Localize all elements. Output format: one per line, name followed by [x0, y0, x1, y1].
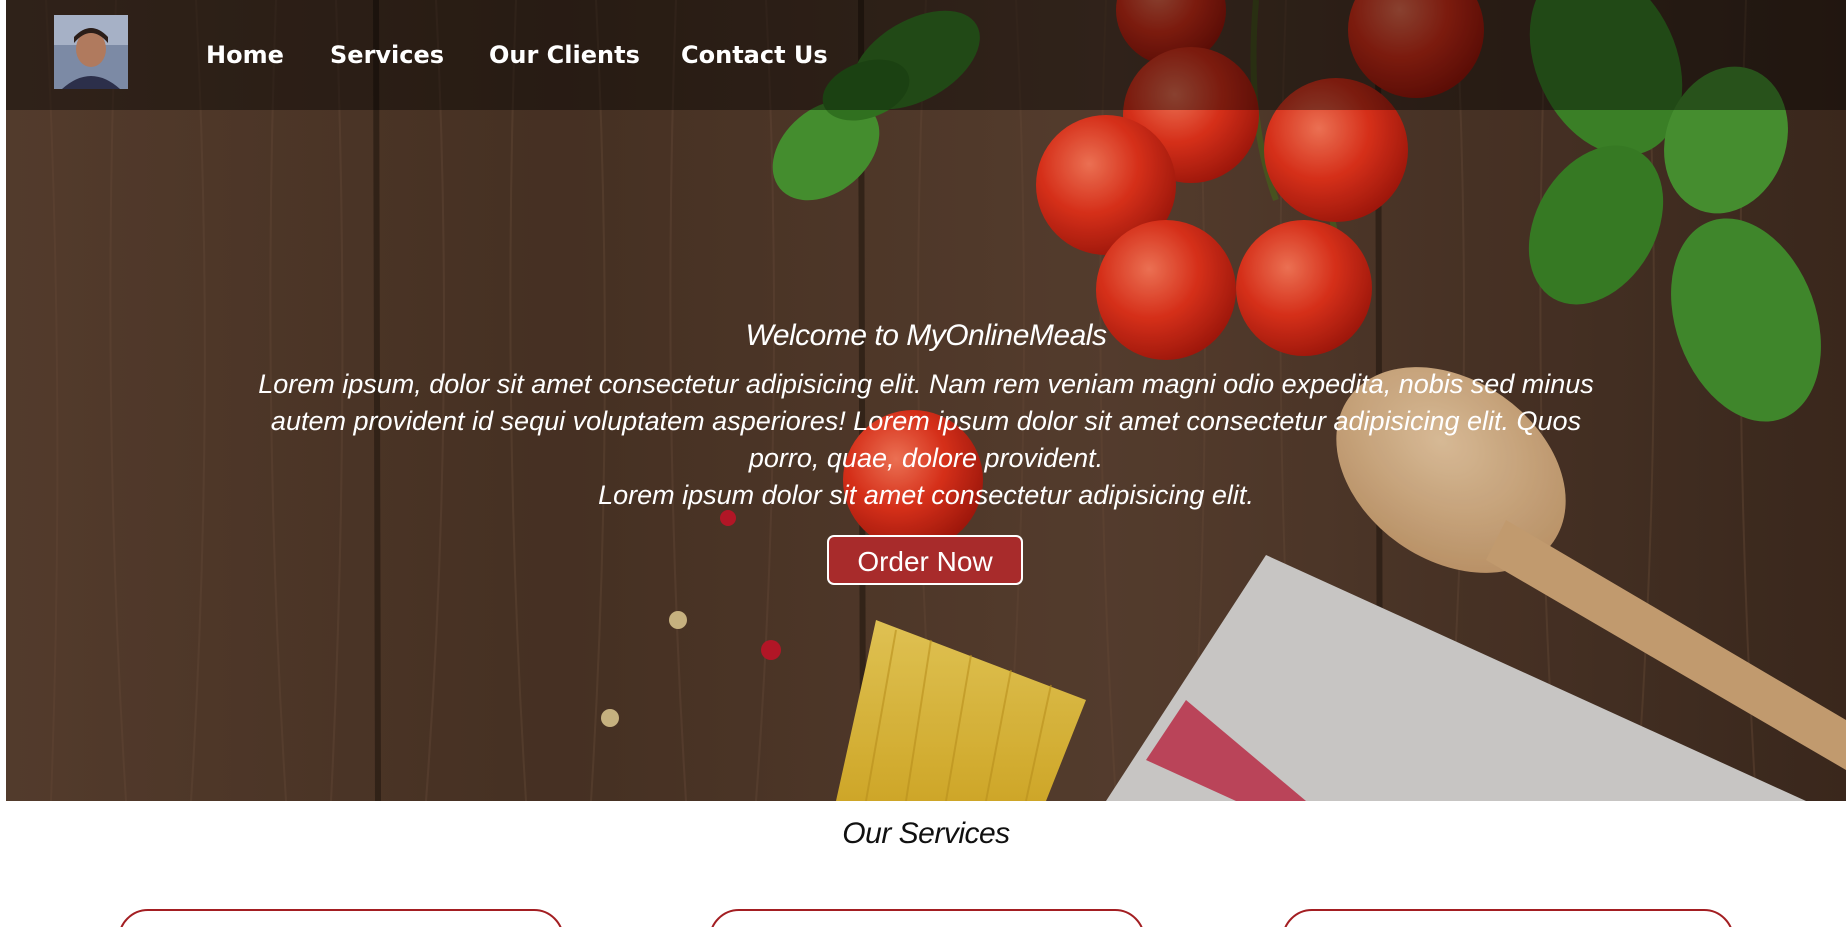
nav-home-link[interactable]: Home — [206, 38, 284, 72]
avatar-photo — [54, 15, 128, 89]
order-now-button[interactable]: Order Now — [827, 535, 1023, 585]
service-card-2[interactable] — [709, 909, 1145, 927]
nav-our-clients-link[interactable]: Our Clients — [489, 38, 640, 72]
hero-paragraph-2: Lorem ipsum dolor sit amet consectetur a… — [598, 480, 1254, 510]
nav-services-link[interactable]: Services — [330, 38, 444, 72]
hero-description: Lorem ipsum, dolor sit amet consectetur … — [256, 366, 1596, 514]
nav-contact-us-link[interactable]: Contact Us — [681, 38, 828, 72]
avatar[interactable] — [54, 15, 128, 89]
hero-section: Home Services Our Clients Contact Us Wel… — [6, 0, 1846, 801]
hero-title: Welcome to MyOnlineMeals — [745, 319, 1107, 352]
service-card-1[interactable] — [118, 909, 564, 927]
page: Home Services Our Clients Contact Us Wel… — [6, 0, 1846, 927]
hero-paragraph-1: Lorem ipsum, dolor sit amet consectetur … — [258, 369, 1594, 473]
service-card-3[interactable] — [1282, 909, 1734, 927]
top-navbar: Home Services Our Clients Contact Us — [6, 0, 1846, 110]
services-heading: Our Services — [842, 817, 1010, 850]
